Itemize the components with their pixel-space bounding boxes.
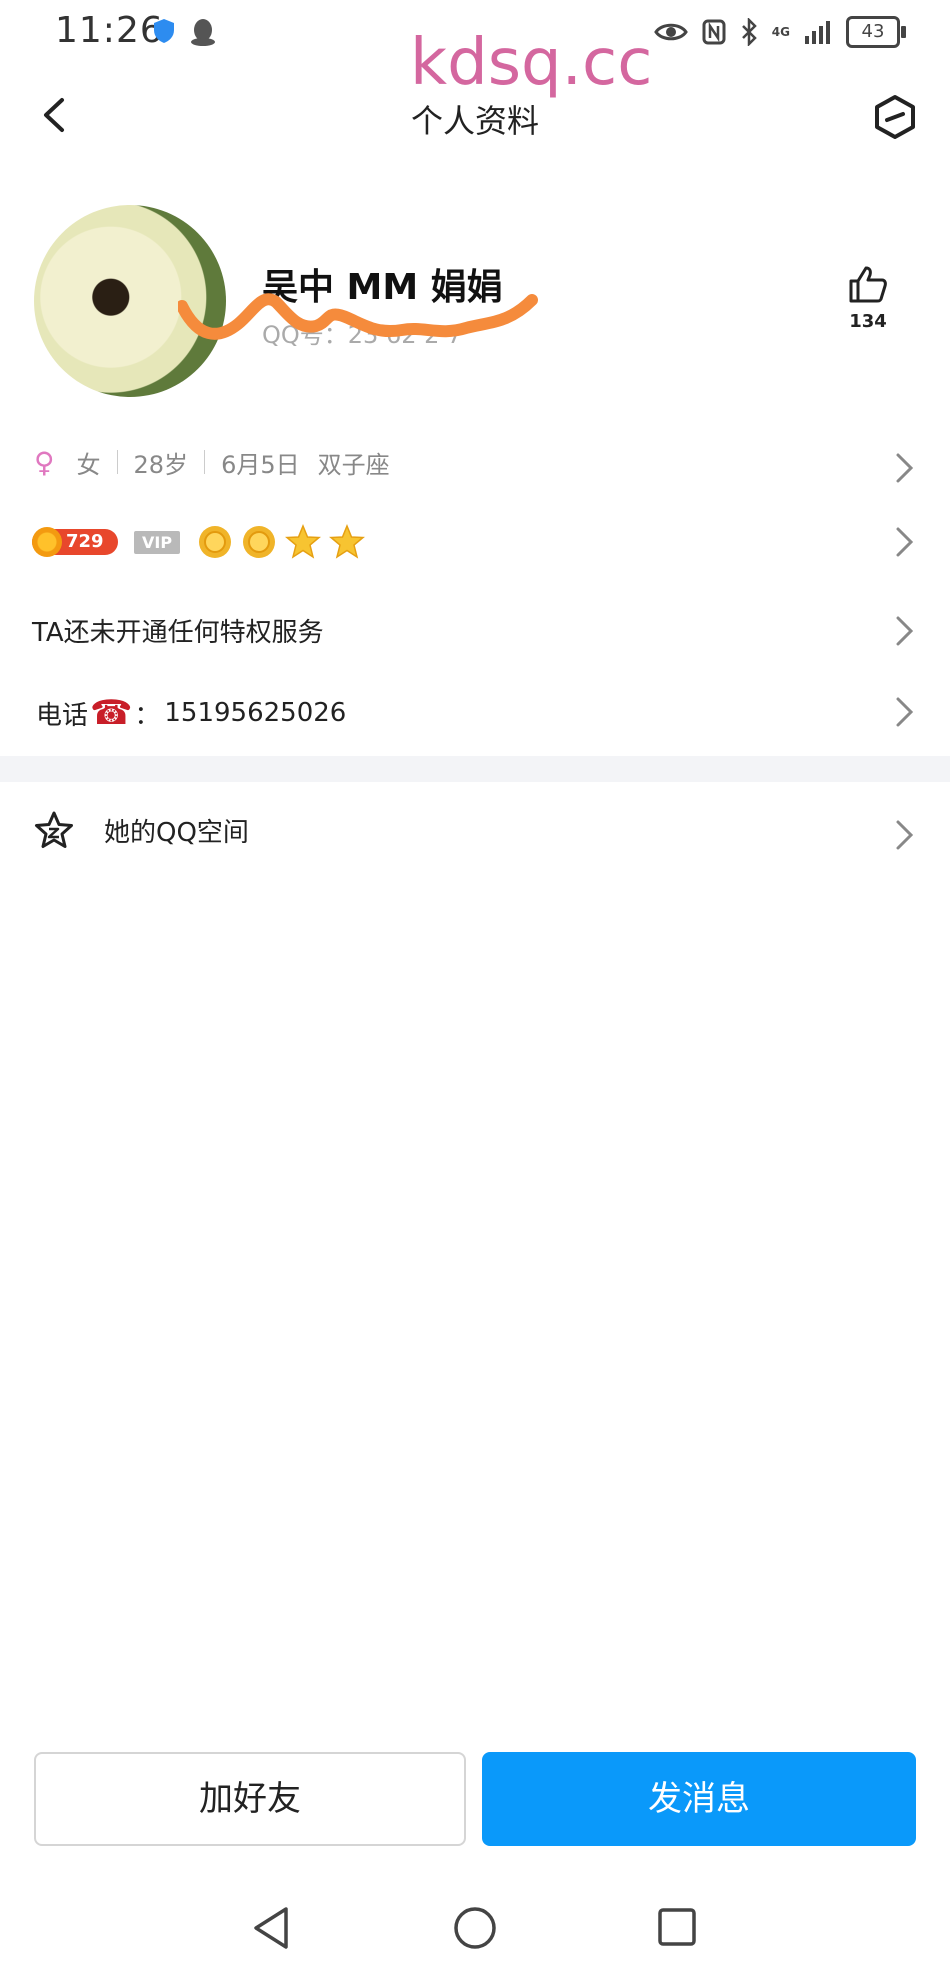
phone-number: 15195625026 [164,698,347,728]
bluetooth-icon [741,18,757,46]
telephone-icon: ☎ [90,693,133,733]
battery-icon: 43 [846,16,906,48]
send-message-button[interactable]: 发消息 [482,1752,916,1846]
badge-row[interactable]: 729 VIP [0,520,950,564]
chevron-right-icon [896,453,914,483]
shield-icon [154,19,174,43]
nav-home-icon[interactable] [452,1905,498,1951]
gender: 女 [76,450,101,479]
eye-icon [653,23,688,41]
watermark: kdsq.cc [410,26,653,100]
divider [204,450,206,474]
section-divider [0,756,950,782]
zodiac: 双子座 [317,450,390,479]
qzone-star-icon [35,811,73,848]
chevron-right-icon [896,616,914,646]
qzone-label: 她的QQ空间 [104,817,249,848]
star-level-icon [329,524,366,559]
age: 28岁 [133,450,189,479]
qzone-row[interactable]: 她的QQ空间 [34,810,249,850]
chevron-right-icon [896,527,914,557]
birthday: 6月5日 [221,450,300,479]
network-type: 4G [771,25,790,39]
phone-row[interactable]: 电话 ☎ ： 15195625026 [36,693,346,733]
phone-label: 电话 [36,700,89,731]
redaction-scribble [178,293,538,340]
privilege-text: TA还未开通任何特权服务 [32,618,324,648]
level-icons [196,523,366,561]
star-level-icon [285,524,322,559]
chevron-right-icon [896,820,914,850]
vip-tag: VIP [134,530,181,554]
nav-back-icon[interactable] [250,1905,294,1951]
status-left-icons [152,18,216,46]
sun-level-icon [243,526,276,558]
divider [116,450,118,474]
privilege-row[interactable]: TA还未开通任何特权服务 [32,612,324,649]
settings-button[interactable] [870,92,920,142]
sun-level-icon [199,526,232,558]
page-title: 个人资料 [410,102,539,140]
like-button[interactable]: 134 [840,265,896,335]
settings-hexagon-icon [875,95,915,139]
thumbs-up-icon [849,266,887,303]
level-badge: 729 [32,527,118,557]
signal-icon [805,21,830,44]
nav-recents-icon[interactable] [656,1906,698,1948]
chevron-right-icon [896,697,914,727]
basic-info-row[interactable]: ♀ 女 28岁 6月5日 双子座 [0,442,950,482]
add-friend-button[interactable]: 加好友 [34,1752,466,1846]
phone-separator: ： [134,700,161,731]
status-right-icons: 4G 43 [653,16,906,48]
status-time: 11:26 [55,10,164,51]
qq-penguin-icon [191,19,215,46]
like-count: 134 [849,311,887,332]
nfc-icon [702,19,726,45]
female-icon: ♀ [34,445,55,479]
